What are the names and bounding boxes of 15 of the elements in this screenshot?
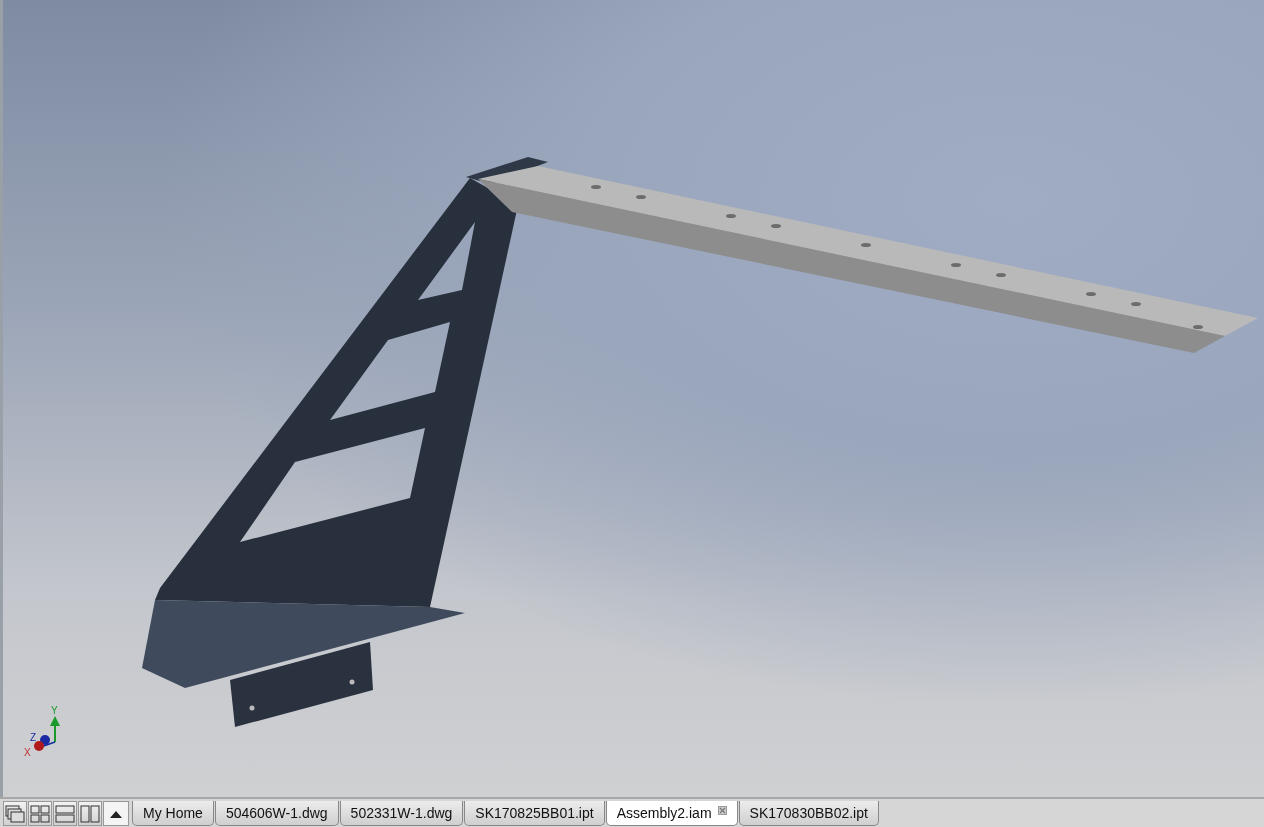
y-axis-label: Y [51,705,58,716]
document-tab[interactable]: My Home [132,801,214,826]
x-axis-label: X [24,747,31,758]
tile-vertical-icon[interactable] [78,801,102,826]
tile-horizontal-icon[interactable] [53,801,77,826]
document-tab[interactable]: SK170825BB01.ipt [464,801,605,826]
document-tab[interactable]: 504606W-1.dwg [214,801,339,826]
document-tab[interactable]: Assembly2.iam [605,801,738,826]
document-tab[interactable]: SK170830BB02.ipt [738,801,879,826]
tile-grid-icon[interactable] [28,801,52,826]
axis-triad-icon [34,716,60,751]
document-tab[interactable]: 502331W-1.dwg [339,801,464,826]
cascade-windows-icon[interactable] [3,801,27,826]
close-icon[interactable] [717,805,727,815]
z-axis-label: Z [30,732,37,743]
